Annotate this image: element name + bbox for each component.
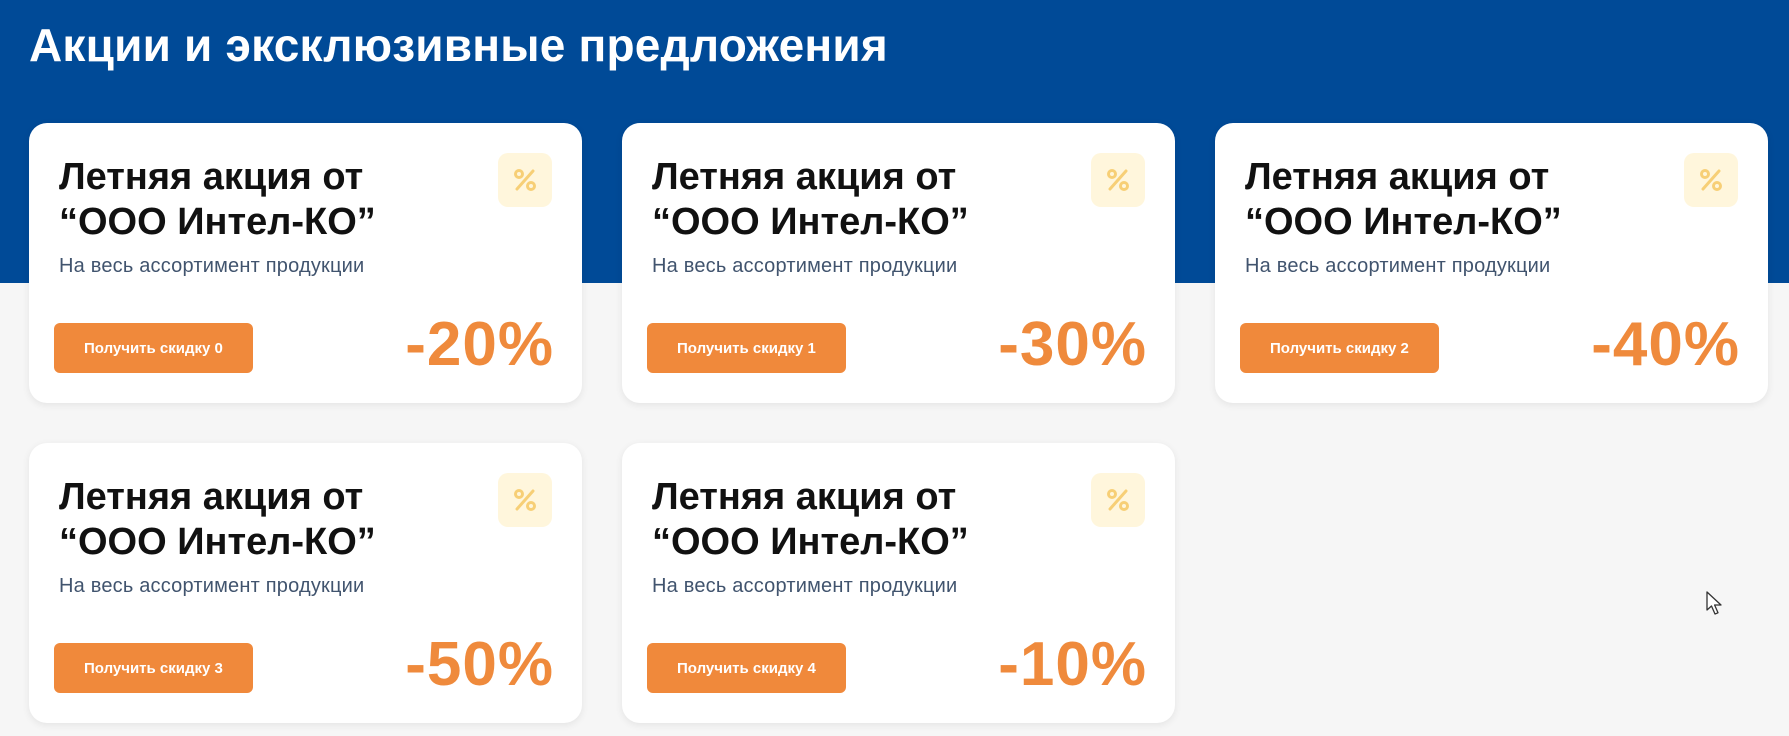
percent-icon bbox=[1091, 473, 1145, 527]
discount-value: -20% bbox=[405, 310, 554, 379]
promo-subtitle: На весь ассортимент продукции bbox=[59, 575, 365, 597]
discount-value: -10% bbox=[998, 630, 1147, 699]
promo-card: Летняя акция от “ООО Интел-КО” На весь а… bbox=[1215, 123, 1768, 403]
promo-subtitle: На весь ассортимент продукции bbox=[1245, 255, 1551, 277]
promo-card: Летняя акция от “ООО Интел-КО” На весь а… bbox=[29, 443, 582, 723]
get-discount-button[interactable]: Получить скидку 3 bbox=[54, 643, 253, 693]
promo-subtitle: На весь ассортимент продукции bbox=[59, 255, 365, 277]
promo-card: Летняя акция от “ООО Интел-КО” На весь а… bbox=[29, 123, 582, 403]
promo-title: Летняя акция от “ООО Интел-КО” bbox=[652, 156, 969, 243]
get-discount-button[interactable]: Получить скидку 2 bbox=[1240, 323, 1439, 373]
promo-subtitle: На весь ассортимент продукции bbox=[652, 575, 958, 597]
percent-icon bbox=[1684, 153, 1738, 207]
promo-title: Летняя акция от “ООО Интел-КО” bbox=[1245, 156, 1562, 243]
page-title: Акции и эксклюзивные предложения bbox=[29, 19, 888, 71]
percent-icon bbox=[498, 473, 552, 527]
discount-value: -50% bbox=[405, 630, 554, 699]
promo-cards-grid: Летняя акция от “ООО Интел-КО” На весь а… bbox=[29, 123, 1768, 723]
mouse-cursor-icon bbox=[1706, 591, 1724, 622]
percent-icon bbox=[498, 153, 552, 207]
get-discount-button[interactable]: Получить скидку 1 bbox=[647, 323, 846, 373]
promo-title: Летняя акция от “ООО Интел-КО” bbox=[59, 156, 376, 243]
promo-subtitle: На весь ассортимент продукции bbox=[652, 255, 958, 277]
promo-card: Летняя акция от “ООО Интел-КО” На весь а… bbox=[622, 443, 1175, 723]
promo-card: Летняя акция от “ООО Интел-КО” На весь а… bbox=[622, 123, 1175, 403]
promo-title: Летняя акция от “ООО Интел-КО” bbox=[652, 476, 969, 563]
discount-value: -30% bbox=[998, 310, 1147, 379]
discount-value: -40% bbox=[1591, 310, 1740, 379]
get-discount-button[interactable]: Получить скидку 4 bbox=[647, 643, 846, 693]
percent-icon bbox=[1091, 153, 1145, 207]
get-discount-button[interactable]: Получить скидку 0 bbox=[54, 323, 253, 373]
promo-title: Летняя акция от “ООО Интел-КО” bbox=[59, 476, 376, 563]
